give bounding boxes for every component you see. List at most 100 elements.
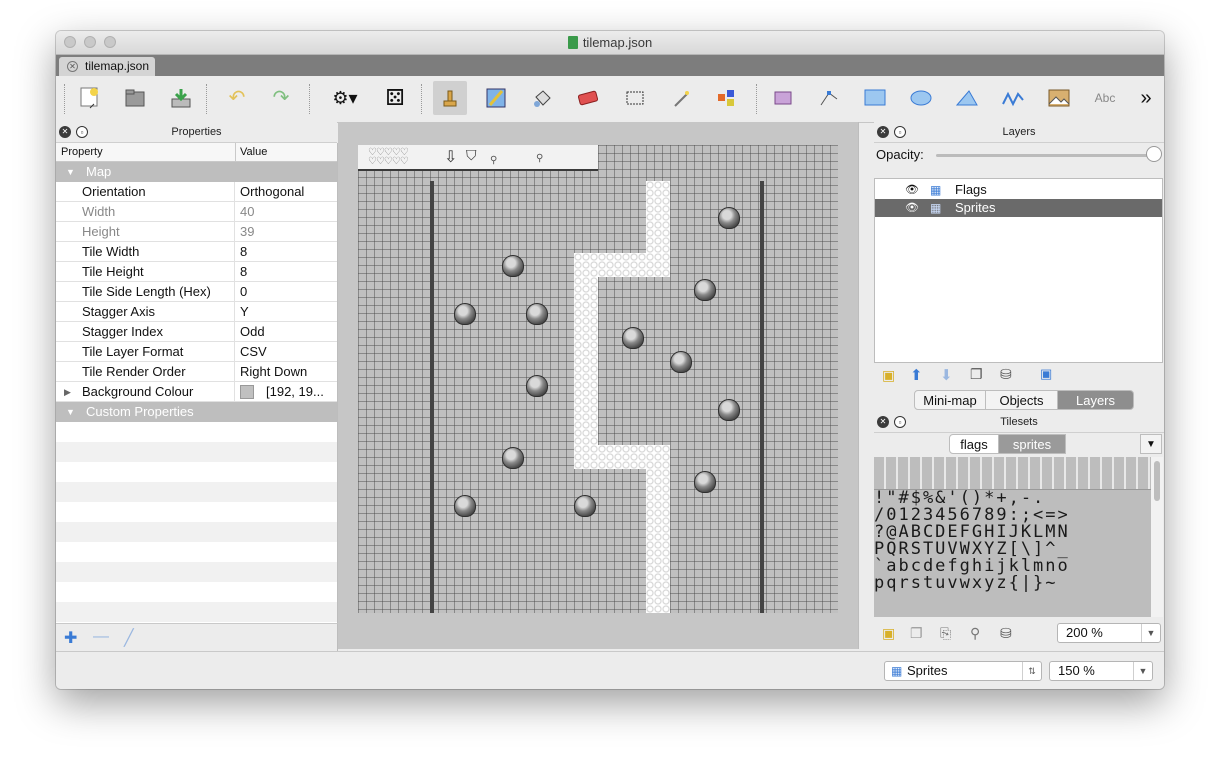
- tab-objects[interactable]: Objects: [985, 390, 1058, 410]
- property-value[interactable]: Odd: [240, 322, 265, 342]
- property-value[interactable]: [192, 19...: [266, 382, 324, 402]
- property-row[interactable]: Width 40: [56, 202, 337, 222]
- property-row[interactable]: Tile Render Order Right Down: [56, 362, 337, 382]
- map-zoom-select[interactable]: 150 % ▼: [1049, 661, 1153, 681]
- property-row[interactable]: Tile Width 8: [56, 242, 337, 262]
- property-value[interactable]: Y: [240, 302, 249, 322]
- close-panel-icon[interactable]: ✕: [877, 416, 889, 428]
- insert-text-icon[interactable]: Abc: [1088, 81, 1122, 115]
- insert-polygon-icon[interactable]: [950, 81, 984, 115]
- property-value[interactable]: Right Down: [240, 362, 307, 382]
- tileset-menu-button[interactable]: ▼: [1140, 434, 1162, 454]
- property-row[interactable]: Tile Layer Format CSV: [56, 342, 337, 362]
- random-mode-icon[interactable]: ⚙▾: [328, 81, 362, 115]
- edit-polygons-icon[interactable]: [812, 81, 846, 115]
- property-row[interactable]: Height 39: [56, 222, 337, 242]
- save-icon[interactable]: [164, 81, 198, 115]
- column-header-property[interactable]: Property: [61, 143, 103, 161]
- map-group-header[interactable]: ▼ Map: [56, 162, 337, 182]
- current-layer-select[interactable]: ▦ Sprites ⇅: [884, 661, 1042, 681]
- rectangular-select-icon[interactable]: [618, 81, 652, 115]
- insert-ellipse-icon[interactable]: [904, 81, 938, 115]
- insert-polyline-icon[interactable]: [996, 81, 1030, 115]
- column-header-value[interactable]: Value: [240, 143, 267, 161]
- visibility-eye-icon[interactable]: 👁: [905, 199, 919, 217]
- tileset-scrollbar-thumb[interactable]: [1154, 461, 1160, 501]
- tab-sprites[interactable]: sprites: [998, 434, 1066, 454]
- stamp-brush-icon[interactable]: [433, 81, 467, 115]
- remove-property-icon[interactable]: —: [93, 628, 109, 646]
- opacity-slider[interactable]: [936, 154, 1156, 157]
- property-value[interactable]: 8: [240, 262, 247, 282]
- opacity-slider-handle[interactable]: [1146, 146, 1162, 162]
- property-row[interactable]: Stagger Index Odd: [56, 322, 337, 342]
- color-swatch[interactable]: [240, 385, 254, 399]
- delete-tileset-icon[interactable]: ⛁: [1000, 625, 1012, 642]
- raise-layer-icon[interactable]: ⬆: [910, 366, 923, 384]
- close-panel-icon[interactable]: ✕: [877, 126, 889, 138]
- insert-rectangle-icon[interactable]: [858, 81, 892, 115]
- insert-tile-icon[interactable]: [1042, 81, 1076, 115]
- embed-tileset-icon[interactable]: ❐: [910, 625, 923, 642]
- export-tileset-icon[interactable]: ⎘: [940, 625, 951, 642]
- tileset-zoom-select[interactable]: 200 % ▼: [1057, 623, 1161, 643]
- tileset-glyph-row[interactable]: pqrstuvwxyz{|}~: [874, 575, 1151, 592]
- layer-name[interactable]: Flags: [955, 181, 987, 199]
- tileset-view[interactable]: !"#$%&'()*+,-./0123456789:;<=> ?@ABCDEFGH…: [874, 457, 1151, 617]
- tileset-sprites-row[interactable]: [874, 457, 1151, 490]
- open-icon[interactable]: [118, 81, 152, 115]
- tab-flags[interactable]: flags: [949, 434, 999, 454]
- property-row[interactable]: Tile Side Length (Hex) 0: [56, 282, 337, 302]
- close-panel-icon[interactable]: ✕: [59, 126, 71, 138]
- lower-layer-icon[interactable]: ⬇: [940, 366, 953, 384]
- redo-icon[interactable]: ↷: [264, 81, 298, 115]
- property-value[interactable]: CSV: [240, 342, 267, 362]
- float-panel-icon[interactable]: ▫: [894, 416, 906, 428]
- select-objects-icon[interactable]: [766, 81, 800, 115]
- new-tileset-icon[interactable]: ▣: [882, 625, 895, 642]
- property-row[interactable]: Stagger Axis Y: [56, 302, 337, 322]
- float-panel-icon[interactable]: ▫: [894, 126, 906, 138]
- property-value[interactable]: 0: [240, 282, 247, 302]
- map-view[interactable]: ♡♡♡♡♡ ♡♡♡♡♡ ⇩ ⛉ ⚲ ⚲: [338, 122, 859, 649]
- custom-properties-group-header[interactable]: ▼ Custom Properties: [56, 402, 337, 422]
- rename-property-icon[interactable]: ╱: [124, 628, 134, 648]
- property-row[interactable]: Orientation Orthogonal: [56, 182, 337, 202]
- tileset-scrollbar[interactable]: [1151, 457, 1163, 617]
- edit-tileset-icon[interactable]: ⚲: [970, 625, 980, 642]
- bucket-fill-icon[interactable]: [525, 81, 559, 115]
- property-value[interactable]: 39: [240, 222, 254, 242]
- float-panel-icon[interactable]: ▫: [76, 126, 88, 138]
- tileset-glyph-rows[interactable]: !"#$%&'()*+,-./0123456789:;<=> ?@ABCDEFGH…: [874, 490, 1151, 592]
- shield-icon: ⛉: [466, 147, 477, 163]
- terrain-brush-icon[interactable]: [479, 81, 513, 115]
- tab-layers[interactable]: Layers: [1057, 390, 1134, 410]
- property-value[interactable]: Orthogonal: [240, 182, 304, 202]
- document-tab[interactable]: ✕ tilemap.json: [59, 57, 155, 76]
- add-property-icon[interactable]: ✚: [64, 628, 77, 648]
- property-row[interactable]: ▶ Background Colour [192, 19...: [56, 382, 337, 402]
- rock-sprite: [718, 207, 740, 229]
- select-same-tile-icon[interactable]: [710, 81, 744, 115]
- duplicate-layer-icon[interactable]: ❐: [970, 366, 983, 383]
- property-value[interactable]: 40: [240, 202, 254, 222]
- delete-layer-icon[interactable]: ⛁: [1000, 366, 1012, 383]
- layer-row[interactable]: 👁 ▦ Sprites: [875, 199, 1162, 217]
- new-map-icon[interactable]: [72, 81, 106, 115]
- close-tab-icon[interactable]: ✕: [67, 61, 78, 72]
- magic-wand-icon[interactable]: [664, 81, 698, 115]
- property-row[interactable]: Tile Height 8: [56, 262, 337, 282]
- layer-row[interactable]: 👁 ▦ Flags: [875, 181, 1162, 199]
- toolbar-overflow-button[interactable]: »: [1134, 81, 1158, 115]
- expand-arrow-icon[interactable]: ▶: [64, 382, 71, 402]
- undo-icon[interactable]: ↶: [220, 81, 254, 115]
- toggle-other-layers-icon[interactable]: ▣: [1040, 366, 1052, 382]
- property-value[interactable]: 8: [240, 242, 247, 262]
- layer-name[interactable]: Sprites: [955, 199, 995, 217]
- visibility-eye-icon[interactable]: 👁: [905, 181, 919, 199]
- eraser-icon[interactable]: [571, 81, 605, 115]
- dice-icon[interactable]: ⚄: [378, 81, 412, 115]
- tab-mini-map[interactable]: Mini-map: [914, 390, 986, 410]
- new-layer-icon[interactable]: ▣: [882, 367, 895, 384]
- map-canvas[interactable]: ♡♡♡♡♡ ♡♡♡♡♡ ⇩ ⛉ ⚲ ⚲: [358, 145, 838, 613]
